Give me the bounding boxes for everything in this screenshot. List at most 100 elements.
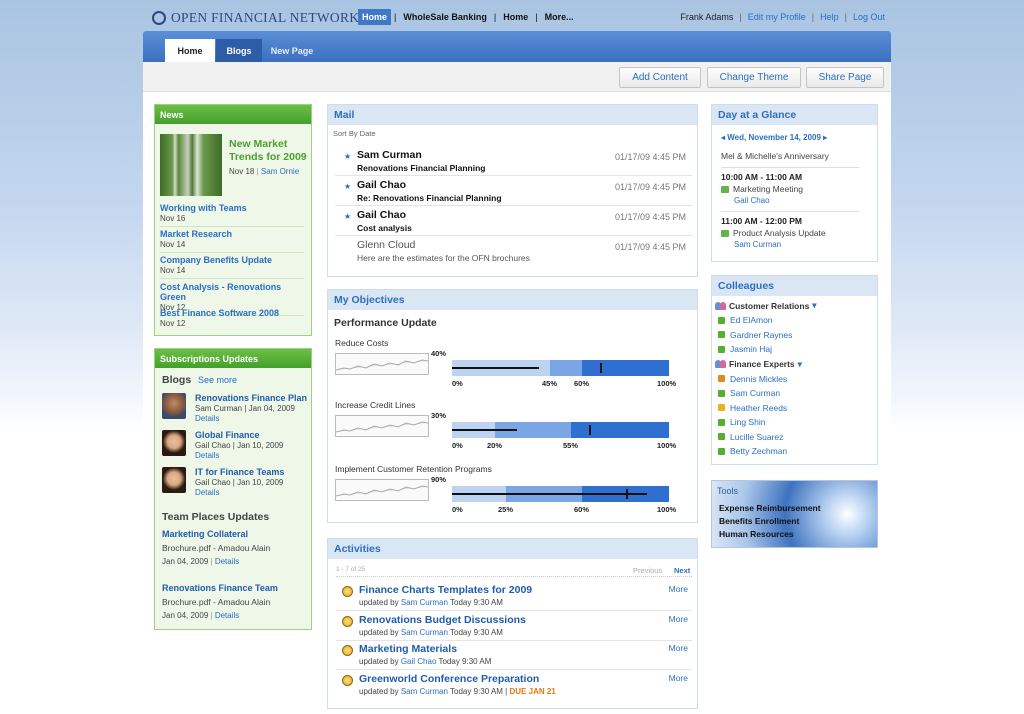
mail-row[interactable]: ★ Gail Chao Cost analysis 01/17/09 4:45 PM: [335, 206, 692, 236]
colleague-name[interactable]: Heather Reeds: [730, 403, 787, 413]
more-link[interactable]: More: [669, 584, 688, 594]
topnav-more[interactable]: More...: [541, 9, 578, 25]
colleague-item[interactable]: Lucille Suarez: [718, 432, 783, 442]
activity-author[interactable]: Sam Curman: [401, 687, 448, 696]
news-item-title[interactable]: Company Benefits Update: [160, 255, 304, 265]
change-theme-button[interactable]: Change Theme: [707, 67, 801, 88]
colleague-name[interactable]: Ling Shin: [730, 417, 765, 427]
colleague-item[interactable]: Betty Zechman: [718, 446, 787, 456]
colleague-item[interactable]: Ling Shin: [718, 417, 765, 427]
day-date[interactable]: Wed, November 14, 2009: [727, 133, 821, 142]
blog-title[interactable]: Global Finance: [195, 430, 260, 440]
news-item-title[interactable]: Working with Teams: [160, 203, 304, 213]
team-title[interactable]: Marketing Collateral: [162, 529, 307, 539]
team-item[interactable]: Marketing Collateral Brochure.pdf - Amad…: [162, 529, 307, 566]
next-link[interactable]: Next: [674, 566, 690, 575]
team-title[interactable]: Renovations Finance Team: [162, 583, 307, 593]
colleague-name[interactable]: Sam Curman: [730, 388, 780, 398]
mail-sort[interactable]: Sort By Date: [333, 129, 376, 138]
event-attendee[interactable]: Gail Chao: [734, 196, 770, 205]
news-item[interactable]: Market Research Nov 14: [160, 229, 304, 253]
news-item-title[interactable]: Cost Analysis - Renovations Green: [160, 282, 304, 302]
edit-profile-link[interactable]: Edit my Profile: [748, 12, 806, 22]
tab-new-page[interactable]: New Page: [264, 39, 320, 62]
team-item[interactable]: Renovations Finance Team Brochure.pdf - …: [162, 583, 307, 620]
blog-title[interactable]: IT for Finance Teams: [195, 467, 284, 477]
tool-benefits-enrollment[interactable]: Benefits Enrollment: [719, 516, 799, 526]
activity-row[interactable]: Finance Charts Templates for 2009 updated…: [336, 581, 692, 611]
activity-row[interactable]: Renovations Budget Discussions updated by…: [336, 611, 692, 641]
colleague-group[interactable]: Finance Experts ▾: [715, 359, 802, 370]
event-title[interactable]: Product Analysis Update: [733, 228, 826, 238]
topnav-wholesale-banking[interactable]: WholeSale Banking: [399, 9, 491, 25]
colleague-name[interactable]: Jasmin Haj: [730, 344, 772, 354]
more-link[interactable]: More: [669, 614, 688, 624]
blog-item[interactable]: Global Finance Gail Chao | Jan 10, 2009 De…: [162, 430, 312, 466]
chevron-down-icon[interactable]: ▾: [812, 300, 816, 311]
colleague-name[interactable]: Lucille Suarez: [730, 432, 783, 442]
tool-expense-reimbursement[interactable]: Expense Reimbursement: [719, 503, 821, 513]
blog-details-link[interactable]: Details: [195, 414, 219, 423]
team-details-link[interactable]: Details: [215, 557, 239, 566]
logout-link[interactable]: Log Out: [853, 12, 885, 22]
tab-blogs[interactable]: Blogs: [216, 39, 262, 62]
tool-human-resources[interactable]: Human Resources: [719, 529, 794, 539]
event-attendee[interactable]: Sam Curman: [734, 240, 781, 249]
event[interactable]: Product Analysis Update: [721, 228, 826, 238]
activity-title[interactable]: Greenworld Conference Preparation: [359, 673, 539, 685]
activity-author[interactable]: Sam Curman: [401, 598, 448, 607]
news-featured-image[interactable]: [160, 134, 222, 196]
activity-author[interactable]: Gail Chao: [401, 657, 437, 666]
prev-day-icon[interactable]: ◂: [721, 133, 725, 142]
colleague-name[interactable]: Dennis Mickles: [730, 374, 787, 384]
news-item[interactable]: Company Benefits Update Nov 14: [160, 255, 304, 279]
colleague-name[interactable]: Ed ElAmon: [730, 315, 773, 325]
star-icon[interactable]: ★: [344, 182, 351, 191]
chevron-down-icon[interactable]: ▾: [798, 359, 802, 370]
event-title[interactable]: Marketing Meeting: [733, 184, 803, 194]
news-featured-author[interactable]: Sam Ornie: [261, 167, 299, 176]
blog-item[interactable]: IT for Finance Teams Gail Chao | Jan 10, …: [162, 467, 312, 503]
next-day-icon[interactable]: ▸: [823, 133, 827, 142]
mail-row[interactable]: ★ Sam Curman Renovations Financial Plannin…: [335, 146, 692, 176]
colleague-group[interactable]: Customer Relations ▾: [715, 300, 817, 311]
previous-link[interactable]: Previous: [633, 566, 662, 575]
colleague-item[interactable]: Heather Reeds: [718, 403, 787, 413]
colleague-item[interactable]: Jasmin Haj: [718, 344, 772, 354]
activity-title[interactable]: Finance Charts Templates for 2009: [359, 584, 532, 596]
activity-author[interactable]: Sam Curman: [401, 628, 448, 637]
blog-title[interactable]: Renovations Finance Plan: [195, 393, 307, 403]
more-link[interactable]: More: [669, 643, 688, 653]
colleague-item[interactable]: Gardner Raynes: [718, 330, 792, 340]
add-content-button[interactable]: Add Content: [619, 67, 701, 88]
tab-home[interactable]: Home: [165, 39, 215, 62]
blog-details-link[interactable]: Details: [195, 451, 219, 460]
more-link[interactable]: More: [669, 673, 688, 683]
colleague-name[interactable]: Gardner Raynes: [730, 330, 792, 340]
activity-title[interactable]: Marketing Materials: [359, 643, 457, 655]
team-details-link[interactable]: Details: [215, 611, 239, 620]
topnav-home[interactable]: Home: [358, 9, 392, 25]
topnav-home-2[interactable]: Home: [499, 9, 532, 25]
news-item-title[interactable]: Market Research: [160, 229, 304, 239]
mail-row[interactable]: ★ Gail Chao Re: Renovations Financial Plan…: [335, 176, 692, 206]
news-featured-title[interactable]: New Market Trends for 2009: [229, 138, 309, 164]
brand-logo[interactable]: Open Financial Network: [152, 10, 359, 26]
mail-row[interactable]: Glenn Cloud Here are the estimates for th…: [335, 236, 692, 266]
share-page-button[interactable]: Share Page: [806, 67, 884, 88]
colleague-item[interactable]: Dennis Mickles: [718, 374, 787, 384]
news-item[interactable]: Working with Teams Nov 16: [160, 203, 304, 227]
news-item-title[interactable]: Best Finance Software 2008: [160, 308, 304, 318]
blog-details-link[interactable]: Details: [195, 488, 219, 497]
news-item[interactable]: Best Finance Software 2008 Nov 12: [160, 308, 304, 331]
colleague-item[interactable]: Ed ElAmon: [718, 315, 773, 325]
see-more-link[interactable]: See more: [198, 375, 237, 385]
colleague-name[interactable]: Betty Zechman: [730, 446, 787, 456]
star-icon[interactable]: ★: [344, 152, 351, 161]
star-icon[interactable]: ★: [344, 212, 351, 221]
colleague-item[interactable]: Sam Curman: [718, 388, 780, 398]
help-link[interactable]: Help: [820, 12, 839, 22]
activity-row[interactable]: Marketing Materials updated by Gail Chao …: [336, 640, 692, 670]
activity-title[interactable]: Renovations Budget Discussions: [359, 614, 526, 626]
event[interactable]: Marketing Meeting: [721, 184, 803, 194]
